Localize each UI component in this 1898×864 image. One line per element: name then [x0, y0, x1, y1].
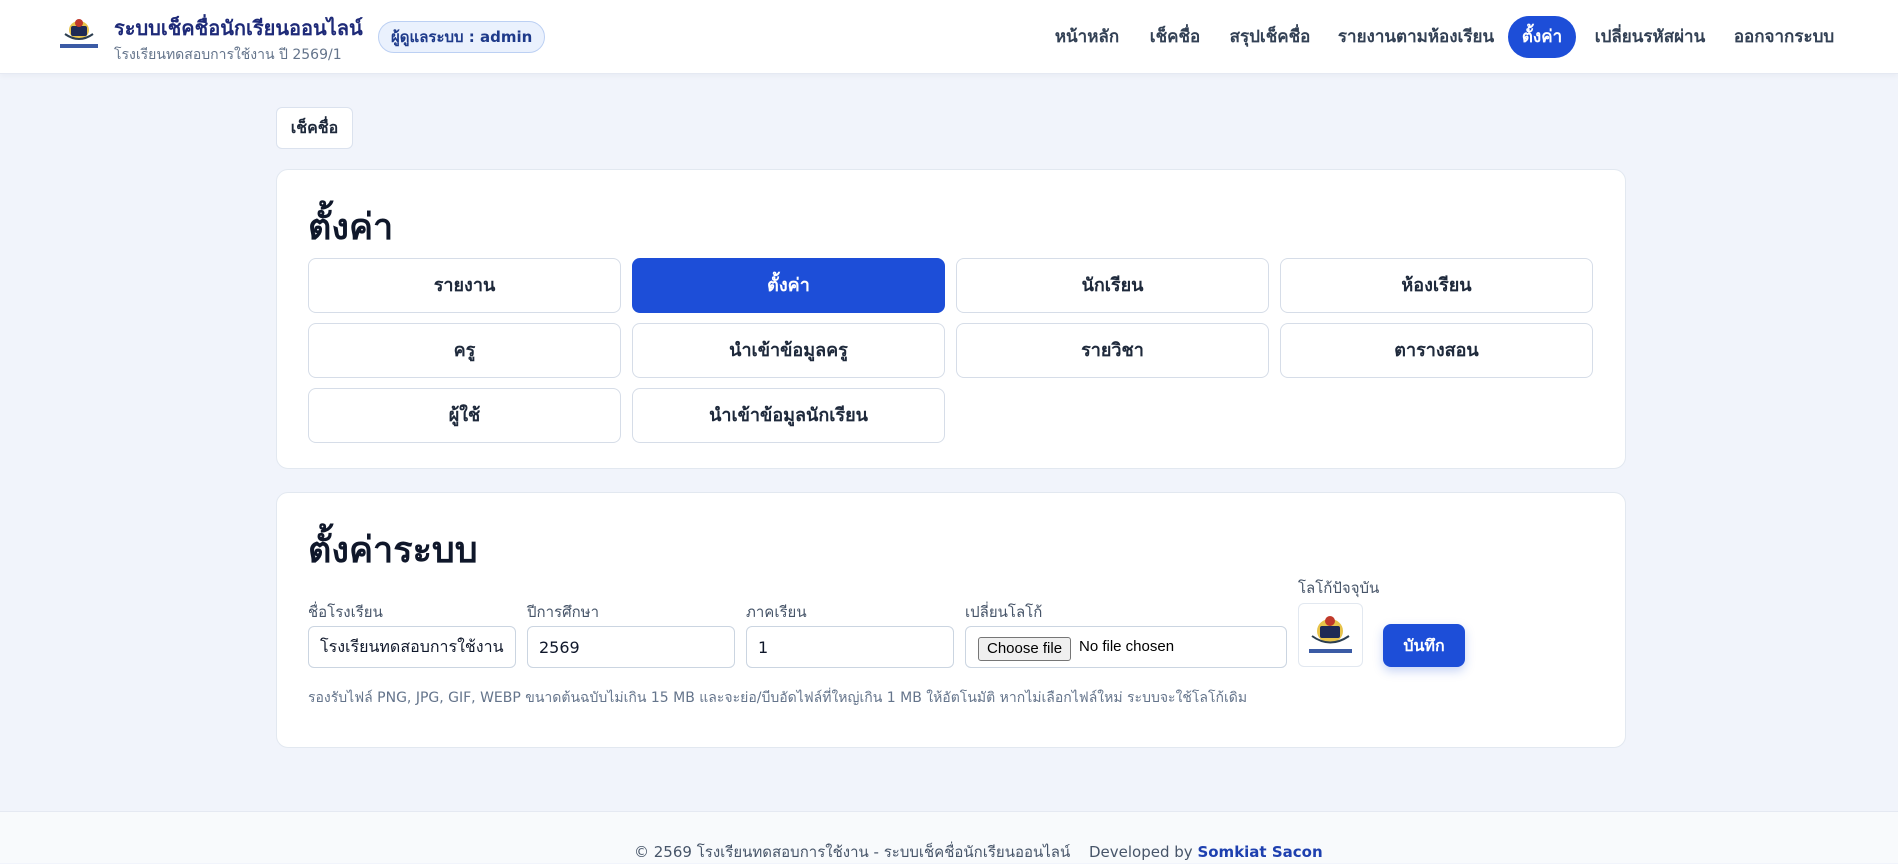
footer: © 2569 โรงเรียนทดสอบการใช้งาน - ระบบเช็ค… — [0, 811, 1898, 863]
system-settings-card: ตั้งค่าระบบ ชื่อโรงเรียน ปีการศึกษา ภาคเ… — [276, 492, 1626, 748]
app-title[interactable]: ระบบเช็คชื่อนักเรียนออนไลน์ — [114, 12, 363, 44]
current-logo-preview — [1298, 603, 1363, 667]
academic-year-input[interactable] — [527, 626, 735, 668]
change-logo-label: เปลี่ยนโลโก้ — [965, 603, 1043, 621]
footer-text: © 2569 โรงเรียนทดสอบการใช้งาน - ระบบเช็ค… — [634, 840, 1323, 864]
footer-developed-by: Developed by — [1089, 843, 1193, 861]
menu-classrooms-button[interactable]: ห้องเรียน — [1280, 258, 1593, 313]
check-in-chip[interactable]: เช็คชื่อ — [276, 107, 353, 149]
logo-file-input[interactable]: Choose file No file chosen — [965, 626, 1287, 668]
admin-role-badge: ผู้ดูแลระบบ : admin — [378, 21, 546, 53]
nav-class-report[interactable]: รายงานตามห้องเรียน — [1336, 16, 1496, 58]
choose-file-button[interactable]: Choose file — [978, 637, 1072, 661]
menu-students-button[interactable]: นักเรียน — [956, 258, 1269, 313]
academic-year-label: ปีการศึกษา — [527, 603, 599, 621]
save-button[interactable]: บันทึก — [1383, 624, 1465, 667]
nav-check-in[interactable]: เช็คชื่อ — [1145, 16, 1205, 58]
semester-input[interactable] — [746, 626, 954, 668]
nav-check-summary[interactable]: สรุปเช็คชื่อ — [1228, 16, 1312, 58]
menu-subjects-button[interactable]: รายวิชา — [956, 323, 1269, 378]
settings-menu-card: ตั้งค่า รายงาน ตั้งค่า นักเรียน ห้องเรีย… — [276, 169, 1626, 469]
nav-settings[interactable]: ตั้งค่า — [1508, 16, 1576, 58]
menu-users-button[interactable]: ผู้ใช้ — [308, 388, 621, 443]
menu-import-teachers-button[interactable]: นำเข้าข้อมูลครู — [632, 323, 945, 378]
settings-menu-title: ตั้งค่า — [308, 207, 394, 248]
semester-label: ภาคเรียน — [746, 603, 807, 621]
school-name-input[interactable] — [308, 626, 516, 668]
current-logo-label: โลโก้ปัจจุบัน — [1298, 579, 1380, 597]
menu-report-button[interactable]: รายงาน — [308, 258, 621, 313]
nav-change-password[interactable]: เปลี่ยนรหัสผ่าน — [1592, 16, 1708, 58]
top-navbar: ระบบเช็คชื่อนักเรียนออนไลน์ โรงเรียนทดสอ… — [0, 0, 1898, 74]
nav-logout[interactable]: ออกจากระบบ — [1732, 16, 1836, 58]
app-subtitle: โรงเรียนทดสอบการใช้งาน ปี 2569/1 — [114, 47, 342, 63]
logo-upload-hint: รองรับไฟล์ PNG, JPG, GIF, WEBP ขนาดต้นฉบ… — [308, 690, 1248, 706]
school-logo-icon[interactable] — [57, 14, 101, 52]
menu-teachers-button[interactable]: ครู — [308, 323, 621, 378]
developer-link[interactable]: Somkiat Sacon — [1197, 843, 1322, 861]
menu-timetable-button[interactable]: ตารางสอน — [1280, 323, 1593, 378]
menu-import-students-button[interactable]: นำเข้าข้อมูลนักเรียน — [632, 388, 945, 443]
footer-copyright: © 2569 โรงเรียนทดสอบการใช้งาน - ระบบเช็ค… — [634, 843, 1071, 861]
menu-settings-button[interactable]: ตั้งค่า — [632, 258, 945, 313]
current-logo-icon — [1309, 616, 1352, 653]
school-name-label: ชื่อโรงเรียน — [308, 603, 383, 621]
file-status-text: No file chosen — [1079, 638, 1175, 655]
nav-home[interactable]: หน้าหลัก — [1052, 16, 1122, 58]
system-settings-title: ตั้งค่าระบบ — [308, 530, 478, 571]
